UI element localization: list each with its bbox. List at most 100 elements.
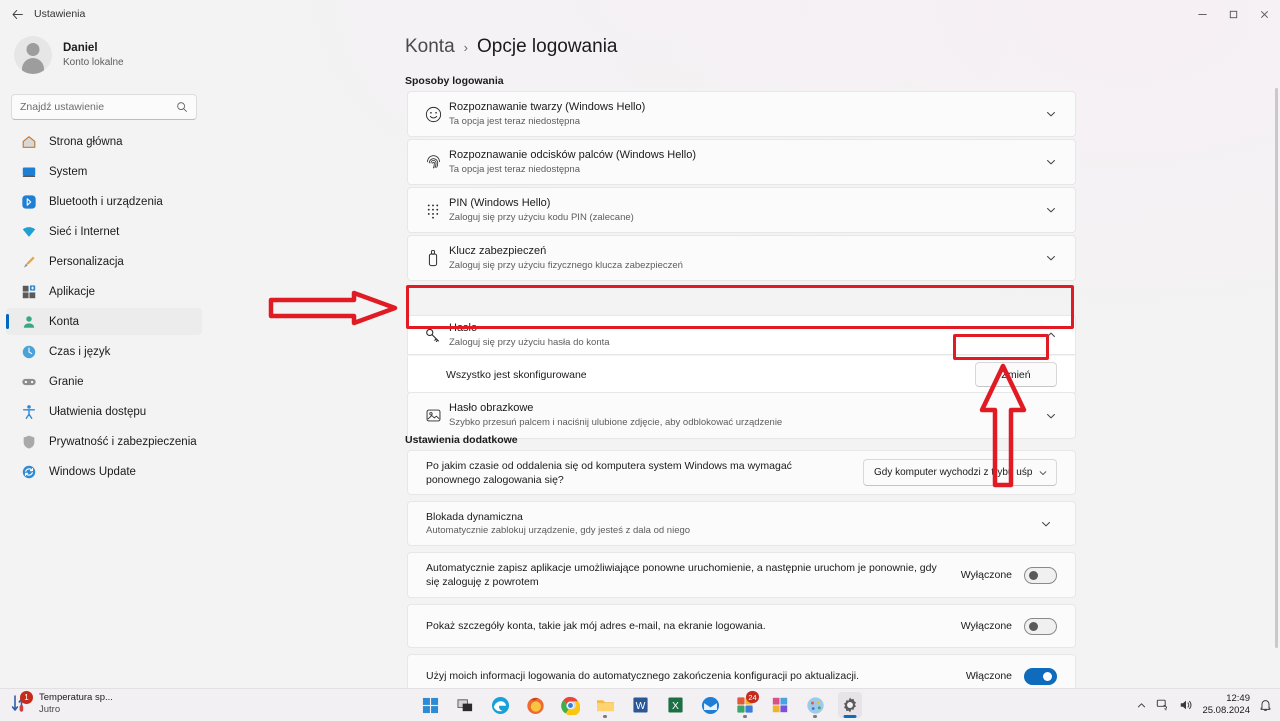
chevron-down-icon[interactable] bbox=[1040, 204, 1062, 216]
key-icon bbox=[421, 326, 445, 344]
sidebar-item-system[interactable]: System bbox=[6, 158, 202, 185]
face-smiley-icon bbox=[421, 106, 445, 123]
maximize-icon bbox=[1228, 9, 1239, 20]
office-app-button[interactable] bbox=[768, 692, 792, 718]
settings-window: Ustawienia Daniel Konto lokalne bbox=[0, 0, 1280, 688]
file-explorer-button[interactable] bbox=[593, 692, 617, 718]
accessibility-icon bbox=[20, 403, 37, 420]
show-account-details-row: Pokaż szczegóły konta, takie jak mój adr… bbox=[407, 604, 1076, 648]
speaker-icon[interactable] bbox=[1179, 698, 1193, 712]
clock[interactable]: 12:49 25.08.2024 bbox=[1202, 693, 1250, 717]
additional-section-title: Ustawienia dodatkowe bbox=[405, 434, 518, 446]
sidebar-item-konta[interactable]: Konta bbox=[6, 308, 202, 335]
sidebar-item-ulatwienia-dostepu[interactable]: Ułatwienia dostępu bbox=[6, 398, 202, 425]
clock-globe-icon bbox=[20, 343, 37, 360]
back-button[interactable] bbox=[4, 3, 30, 25]
weather-subtitle: Jutro bbox=[39, 704, 113, 716]
svg-text:X: X bbox=[672, 701, 679, 712]
minimize-icon bbox=[1197, 9, 1208, 20]
user-profile[interactable]: Daniel Konto lokalne bbox=[14, 36, 124, 74]
breadcrumb: Konta › Opcje logowania bbox=[405, 36, 617, 58]
sleep-relogin-dropdown[interactable]: Gdy komputer wychodzi z trybu uśpienia bbox=[863, 459, 1057, 486]
settings-button[interactable] bbox=[838, 692, 862, 718]
edge-button[interactable] bbox=[488, 692, 512, 718]
chevron-down-icon[interactable] bbox=[1040, 108, 1062, 120]
network-icon[interactable] bbox=[1156, 698, 1170, 712]
search-icon bbox=[176, 101, 188, 113]
sidebar-item-siec-internet[interactable]: Sieć i Internet bbox=[6, 218, 202, 245]
picture-password-icon bbox=[421, 407, 445, 424]
chrome-button[interactable] bbox=[558, 692, 582, 718]
chevron-down-icon[interactable] bbox=[1040, 156, 1062, 168]
back-arrow-icon bbox=[11, 8, 24, 21]
auto-finish-setup-label: Użyj moich informacji logowania do autom… bbox=[426, 669, 966, 683]
taskbar: 1 Temperatura sp... Jutro W bbox=[0, 688, 1280, 720]
page-title: Opcje logowania bbox=[477, 36, 617, 58]
signin-method-security-key[interactable]: Klucz zabezpieczeń Zaloguj się przy użyc… bbox=[407, 235, 1076, 281]
paint-button[interactable] bbox=[803, 692, 827, 718]
word-icon: W bbox=[632, 696, 649, 714]
minimize-button[interactable] bbox=[1187, 0, 1218, 28]
sidebar-item-strona-glowna[interactable]: Strona główna bbox=[6, 128, 202, 155]
clock-time: 12:49 bbox=[1202, 693, 1250, 705]
sidebar-item-aplikacje[interactable]: Aplikacje bbox=[6, 278, 202, 305]
sidebar-item-label: Strona główna bbox=[49, 136, 123, 148]
apps-icon bbox=[20, 283, 37, 300]
start-button[interactable] bbox=[418, 692, 442, 718]
excel-button[interactable]: X bbox=[663, 692, 687, 718]
sidebar-item-windows-update[interactable]: Windows Update bbox=[6, 458, 202, 485]
sidebar-item-label: Sieć i Internet bbox=[49, 226, 119, 238]
breadcrumb-separator: › bbox=[464, 40, 468, 55]
close-icon bbox=[1259, 9, 1270, 20]
auto-finish-setup-toggle[interactable] bbox=[1024, 668, 1057, 685]
method-title: Hasło bbox=[449, 321, 1040, 336]
auto-finish-setup-row: Użyj moich informacji logowania do autom… bbox=[407, 654, 1076, 688]
sidebar-item-czas-i-jezyk[interactable]: Czas i język bbox=[6, 338, 202, 365]
profile-subtitle: Konto lokalne bbox=[63, 56, 124, 70]
sidebar-item-bluetooth[interactable]: Bluetooth i urządzenia bbox=[6, 188, 202, 215]
search-box[interactable] bbox=[11, 94, 197, 120]
chevron-down-icon[interactable] bbox=[1040, 252, 1062, 264]
password-status-text: Wszystko jest skonfigurowane bbox=[446, 369, 975, 381]
firefox-icon bbox=[526, 696, 545, 715]
thunderbird-button[interactable] bbox=[698, 692, 722, 718]
excel-icon: X bbox=[667, 696, 684, 714]
home-icon bbox=[20, 133, 37, 150]
signin-method-fingerprint[interactable]: Rozpoznawanie odcisków palców (Windows H… bbox=[407, 139, 1076, 185]
chevron-up-icon[interactable] bbox=[1136, 700, 1147, 711]
signin-method-password[interactable]: Hasło Zaloguj się przy użyciu hasła do k… bbox=[407, 315, 1076, 355]
signin-method-face[interactable]: Rozpoznawanie twarzy (Windows Hello) Ta … bbox=[407, 91, 1076, 137]
sidebar-item-prywatnosc-zabezpieczenia[interactable]: Prywatność i zabezpieczenia bbox=[6, 428, 202, 455]
breadcrumb-parent[interactable]: Konta bbox=[405, 36, 455, 58]
show-account-details-toggle[interactable] bbox=[1024, 618, 1057, 635]
system-tray: 12:49 25.08.2024 bbox=[1136, 689, 1272, 721]
content-scrollbar[interactable] bbox=[1275, 88, 1278, 648]
sleep-relogin-value: Gdy komputer wychodzi z trybu uśpienia bbox=[874, 467, 1032, 478]
close-button[interactable] bbox=[1249, 0, 1280, 28]
maximize-button[interactable] bbox=[1218, 0, 1249, 28]
bell-icon[interactable] bbox=[1259, 698, 1272, 712]
auto-finish-setup-state: Włączone bbox=[966, 670, 1012, 682]
mail-app-button[interactable]: 24 bbox=[733, 692, 757, 718]
password-expanded-row: Wszystko jest skonfigurowane Zmień bbox=[407, 356, 1076, 394]
mail-badge: 24 bbox=[746, 691, 759, 703]
sidebar-item-personalizacja[interactable]: Personalizacja bbox=[6, 248, 202, 275]
sidebar-item-label: Personalizacja bbox=[49, 256, 124, 268]
signin-method-pin[interactable]: PIN (Windows Hello) Zaloguj się przy uży… bbox=[407, 187, 1076, 233]
weather-widget[interactable]: 1 Temperatura sp... Jutro bbox=[10, 692, 113, 716]
search-input[interactable] bbox=[20, 101, 176, 113]
firefox-button[interactable] bbox=[523, 692, 547, 718]
sidebar-item-label: Konta bbox=[49, 316, 79, 328]
dynamic-lock-row[interactable]: Blokada dynamiczna Automatycznie zabloku… bbox=[407, 501, 1076, 546]
change-password-button[interactable]: Zmień bbox=[975, 362, 1057, 387]
thunderbird-icon bbox=[701, 696, 720, 715]
sidebar-item-granie[interactable]: Granie bbox=[6, 368, 202, 395]
signin-method-picture-password[interactable]: Hasło obrazkowe Szybko przesuń palcem i … bbox=[407, 392, 1076, 439]
chevron-down-icon[interactable] bbox=[1040, 410, 1062, 422]
word-button[interactable]: W bbox=[628, 692, 652, 718]
auto-restart-apps-toggle[interactable] bbox=[1024, 567, 1057, 584]
weather-title: Temperatura sp... bbox=[39, 692, 113, 704]
chevron-down-icon[interactable] bbox=[1035, 518, 1057, 530]
task-view-button[interactable] bbox=[453, 692, 477, 718]
chevron-up-icon[interactable] bbox=[1040, 329, 1062, 341]
